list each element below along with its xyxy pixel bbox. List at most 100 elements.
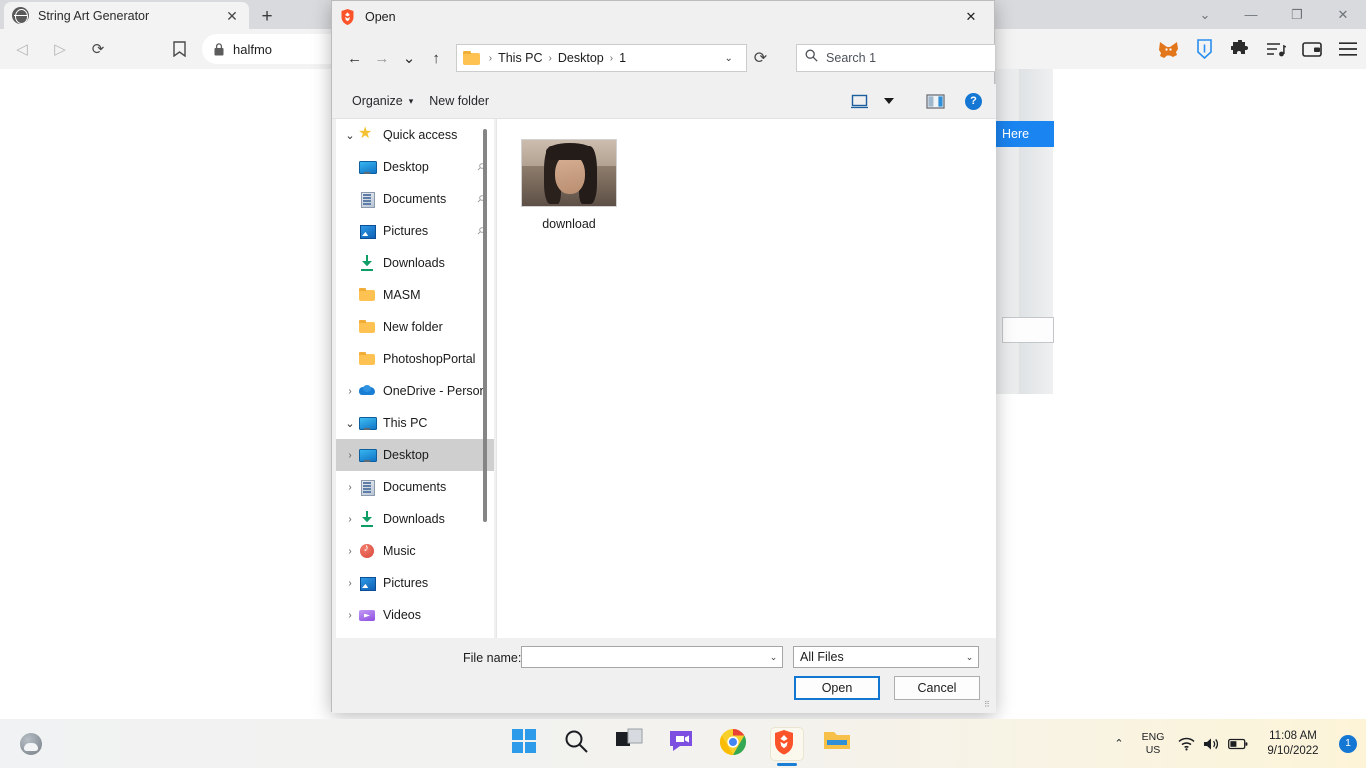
back-icon[interactable]: ◁ (6, 33, 38, 65)
breadcrumb-item-desktop[interactable]: Desktop (557, 51, 605, 65)
page-text-input[interactable] (1002, 317, 1054, 343)
language-line1: ENG (1133, 731, 1173, 744)
chevron-right-icon[interactable]: › (341, 450, 359, 461)
volume-icon[interactable] (1199, 737, 1225, 751)
chevron-down-icon[interactable]: ⌄ (717, 53, 739, 64)
resize-grip[interactable]: ⠿ (984, 701, 993, 710)
tree-item-downloads[interactable]: Downloads (336, 247, 494, 279)
language-indicator[interactable]: ENG US (1133, 731, 1173, 757)
forward-icon[interactable]: → (368, 43, 395, 73)
tree-item-onedrive-person[interactable]: ›OneDrive - Person (336, 375, 494, 407)
tree-item-photoshopportal[interactable]: PhotoshopPortal (336, 343, 494, 375)
tree-item-new-folder[interactable]: New folder (336, 311, 494, 343)
up-one-level-icon[interactable]: ↑ (423, 43, 450, 73)
chevron-right-icon[interactable]: › (341, 578, 359, 589)
clock-date: 9/10/2022 (1251, 744, 1335, 759)
new-tab-button[interactable]: + (255, 4, 279, 28)
task-view-icon[interactable] (615, 728, 647, 760)
brave-icon[interactable] (771, 728, 803, 760)
tree-item-label: Quick access (383, 128, 457, 142)
tree-item-desktop[interactable]: ›Desktop (336, 439, 494, 471)
tree-item-downloads[interactable]: › Downloads (336, 503, 494, 535)
file-explorer-icon[interactable] (823, 728, 855, 760)
menu-hamburger-icon[interactable] (1333, 34, 1363, 64)
file-type-filter[interactable]: All Files ⌄ (793, 646, 979, 668)
help-icon[interactable]: ? (965, 93, 982, 110)
wifi-icon[interactable] (1173, 737, 1199, 751)
playlist-icon[interactable] (1261, 34, 1291, 64)
refresh-icon[interactable]: ⟳ (747, 44, 774, 72)
documents-icon (359, 191, 375, 207)
tree-item-desktop[interactable]: Desktop⚲ (336, 151, 494, 183)
wallet-icon[interactable] (1297, 34, 1327, 64)
chevron-down-icon[interactable]: ⌄ (765, 647, 782, 667)
tree-item-label: Downloads (383, 512, 445, 526)
start-windows-icon[interactable] (511, 728, 543, 760)
breadcrumb-item-1[interactable]: 1 (618, 51, 627, 65)
preview-pane-icon[interactable] (921, 88, 949, 114)
minimize-icon[interactable]: — (1228, 0, 1274, 29)
tree-item-this-pc[interactable]: ⌄This PC (336, 407, 494, 439)
close-icon[interactable]: ✕ (948, 1, 994, 32)
view-mode-icon[interactable] (845, 88, 873, 114)
search-box[interactable] (796, 44, 996, 72)
tree-item-videos[interactable]: ›Videos (336, 599, 494, 631)
drop-here-button[interactable]: Here (996, 121, 1054, 147)
dialog-navigation-bar: ← → ⌄ ↑ › This PC › Desktop › 1 ⌄ ⟳ (332, 32, 996, 84)
tree-item-quick-access[interactable]: ⌄ Quick access (336, 119, 494, 151)
phantom-wallet-icon[interactable] (1189, 34, 1219, 64)
reload-icon[interactable]: ⟳ (82, 33, 114, 65)
notification-badge[interactable]: 1 (1339, 735, 1357, 753)
tree-item-documents[interactable]: › Documents (336, 471, 494, 503)
forward-icon[interactable]: ▷ (44, 33, 76, 65)
breadcrumb-separator: › (610, 53, 613, 64)
tree-item-pictures[interactable]: ›Pictures (336, 567, 494, 599)
organize-button[interactable]: Organize ▾ (344, 88, 421, 114)
tree-item-music[interactable]: ›Music (336, 535, 494, 567)
search-input[interactable] (826, 51, 987, 65)
restore-icon[interactable]: ❐ (1274, 0, 1320, 29)
chrome-icon[interactable] (719, 728, 751, 760)
tree-item-label: Documents (383, 480, 446, 494)
file-name-combobox[interactable]: ⌄ (521, 646, 783, 668)
battery-icon[interactable] (1225, 738, 1251, 750)
close-icon[interactable]: ✕ (1320, 0, 1366, 29)
metamask-fox-icon[interactable] (1153, 34, 1183, 64)
onedrive-cloud-icon (359, 383, 375, 399)
lock-icon (214, 43, 224, 56)
tree-scrollbar[interactable] (483, 129, 487, 522)
open-button[interactable]: Open (794, 676, 880, 700)
chevron-right-icon[interactable]: › (341, 482, 359, 493)
new-folder-button[interactable]: New folder (421, 88, 497, 114)
file-list-pane[interactable]: download (496, 119, 996, 638)
search-icon[interactable] (563, 728, 595, 760)
breadcrumb-item-this-pc[interactable]: This PC (497, 51, 543, 65)
cancel-button[interactable]: Cancel (894, 676, 980, 700)
tab-search-icon[interactable]: ⌄ (1182, 0, 1228, 29)
browser-tab[interactable]: String Art Generator ✕ (4, 2, 249, 29)
chat-icon[interactable] (667, 728, 699, 760)
extensions-puzzle-icon[interactable] (1225, 34, 1255, 64)
downloads-icon (359, 511, 375, 527)
chevron-right-icon[interactable]: › (341, 610, 359, 621)
tree-item-documents[interactable]: Documents⚲ (336, 183, 494, 215)
recent-locations-icon[interactable]: ⌄ (395, 43, 422, 73)
chevron-down-icon[interactable]: ⌄ (961, 647, 978, 667)
view-mode-dropdown[interactable] (875, 88, 903, 114)
file-name-input[interactable] (522, 647, 765, 667)
chevron-right-icon[interactable]: › (341, 386, 359, 397)
breadcrumb[interactable]: › This PC › Desktop › 1 ⌄ (456, 44, 747, 72)
back-icon[interactable]: ← (341, 43, 368, 73)
chevron-down-icon[interactable]: ⌄ (341, 417, 359, 430)
chevron-right-icon[interactable]: › (341, 514, 359, 525)
tab-title: String Art Generator (38, 9, 223, 23)
chevron-right-icon[interactable]: › (341, 546, 359, 557)
list-item[interactable]: download (509, 139, 629, 231)
clock[interactable]: 11:08 AM 9/10/2022 (1251, 729, 1335, 759)
tree-item-pictures[interactable]: Pictures⚲ (336, 215, 494, 247)
tree-item-masm[interactable]: MASM (336, 279, 494, 311)
show-hidden-icons-icon[interactable]: ⌃ (1105, 737, 1133, 750)
bookmark-icon[interactable] (164, 34, 194, 64)
chevron-down-icon[interactable]: ⌄ (341, 129, 359, 142)
close-icon[interactable]: ✕ (223, 7, 241, 25)
